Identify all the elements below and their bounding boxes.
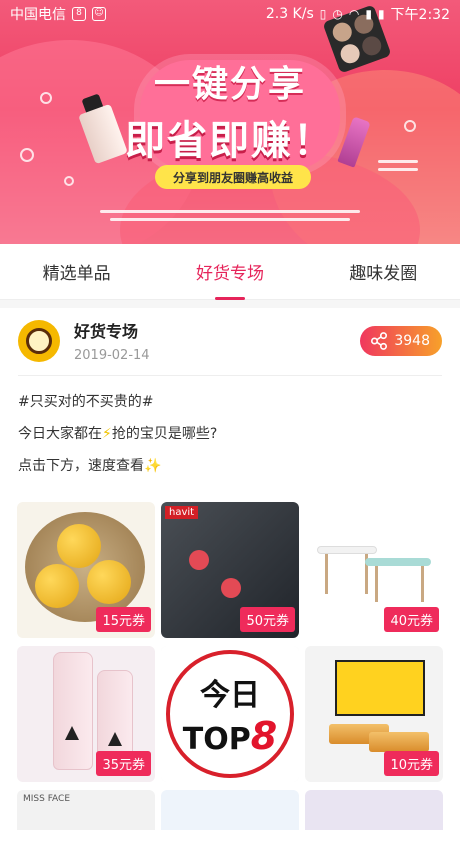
carrier-label: 中国电信	[10, 7, 66, 23]
sim-icon: 8	[72, 7, 86, 21]
product-card-cake[interactable]: 10元券	[305, 646, 443, 782]
wave-decoration	[110, 218, 350, 221]
avatar[interactable]	[18, 319, 60, 362]
table-leg	[325, 554, 328, 594]
avatar-face-icon	[26, 327, 52, 354]
dress-logo-icon	[108, 732, 122, 746]
product-card-cleaner[interactable]	[161, 790, 299, 830]
post-line2-a: 今日大家都在	[18, 426, 102, 442]
banner-title-line2: 即省即赚！	[125, 118, 335, 164]
post-author: 好货专场	[74, 322, 139, 341]
earphone-image	[189, 550, 209, 570]
product-card-tables[interactable]: 40元券	[305, 502, 443, 638]
post-line2-b: 抢的宝贝是哪些?	[111, 426, 218, 442]
wifi-icon: ◠	[348, 7, 360, 21]
table-image	[365, 558, 431, 566]
vibrate-icon: ▯	[319, 7, 327, 21]
battery-icon: ▮	[377, 7, 385, 21]
wave-decoration	[378, 160, 418, 163]
post-date: 2019-02-14	[74, 348, 150, 363]
dress-logo-icon	[65, 726, 79, 740]
fruit-image	[57, 524, 101, 568]
product-card-jars[interactable]	[305, 790, 443, 830]
top8-number: 8	[250, 714, 278, 758]
coupon-badge: 50元券	[240, 607, 295, 632]
post-header: 好货专场 2019-02-14 3948	[0, 308, 460, 371]
earphone-image	[221, 578, 241, 598]
top8-label: TOP8	[183, 714, 277, 758]
hero-banner[interactable]: 中国电信 8 ☺ 2.3 K/s ▯ ◷ ◠ ▮ ▮ 下午2:32 一键分享 即…	[0, 0, 460, 244]
lotion-bottle-image	[53, 652, 93, 770]
table-leg	[375, 566, 378, 602]
post-hashtag[interactable]: #只买对的不买贵的#	[18, 386, 442, 418]
top8-top: TOP	[182, 722, 251, 757]
table-leg	[421, 566, 424, 602]
tab-bar: 精选单品 好货专场 趣味发圈	[0, 244, 460, 300]
product-card-earphones[interactable]: havit 50元券	[161, 502, 299, 638]
tab-good-deals[interactable]: 好货专场	[192, 249, 268, 300]
network-speed: 2.3 K/s	[265, 6, 314, 22]
share-icon	[371, 331, 388, 350]
top8-today: 今日	[200, 678, 260, 713]
post-body: #只买对的不买贵的# 今日大家都在⚡抢的宝贝是哪些? 点击下方，速度查看✨	[0, 376, 460, 482]
product-grid: 15元券 havit 50元券 40元券 35元券 今日 TOP8 10元券	[0, 482, 460, 782]
signal-icon: ▮	[365, 7, 372, 21]
coupon-badge: 15元券	[96, 607, 151, 632]
coupon-badge: 40元券	[384, 607, 439, 632]
product-card-missface[interactable]: MISS FACE	[17, 790, 155, 830]
product-card-lotion[interactable]: 35元券	[17, 646, 155, 782]
share-button[interactable]: 3948	[360, 325, 442, 356]
top8-badge: 今日 TOP8	[161, 646, 299, 782]
wave-decoration	[378, 168, 418, 171]
share-count: 3948	[394, 332, 430, 349]
coupon-badge: 35元券	[96, 751, 151, 776]
top8-circle: 今日 TOP8	[166, 650, 294, 778]
banner-title-line1: 一键分享	[153, 64, 306, 105]
ring-decoration	[64, 176, 74, 186]
notification-icon: ☺	[92, 7, 106, 21]
coupon-badge: 10元券	[384, 751, 439, 776]
cake-image	[369, 732, 429, 752]
post-line3-text: 点击下方，速度查看	[18, 458, 144, 474]
product-grid-row-3: MISS FACE	[0, 782, 460, 830]
banner-subtitle: 分享到朋友圈赚高收益	[155, 165, 311, 189]
post-line3: 点击下方，速度查看✨	[18, 450, 442, 482]
tab-fun-posts[interactable]: 趣味发圈	[345, 249, 421, 294]
clock: 下午2:32	[390, 7, 450, 23]
cake-box-image	[335, 660, 425, 716]
tab-selected-items[interactable]: 精选单品	[39, 249, 115, 294]
table-image	[317, 546, 377, 554]
product-card-fruit[interactable]: 15元券	[17, 502, 155, 638]
brand-logo: havit	[165, 506, 199, 519]
fruit-image	[87, 560, 131, 604]
post-meta: 好货专场 2019-02-14	[74, 318, 360, 363]
brand-label: MISS FACE	[23, 794, 71, 804]
fruit-image	[35, 564, 79, 608]
wave-decoration	[100, 210, 360, 213]
status-bar: 中国电信 8 ☺ 2.3 K/s ▯ ◷ ◠ ▮ ▮ 下午2:32	[0, 0, 460, 28]
post-line2: 今日大家都在⚡抢的宝贝是哪些?	[18, 418, 442, 450]
sparkle-icon: ✨	[144, 458, 162, 474]
lightning-icon: ⚡	[102, 426, 112, 442]
product-card-top8[interactable]: 今日 TOP8	[161, 646, 299, 782]
section-gap	[0, 300, 460, 308]
alarm-icon: ◷	[332, 7, 343, 21]
